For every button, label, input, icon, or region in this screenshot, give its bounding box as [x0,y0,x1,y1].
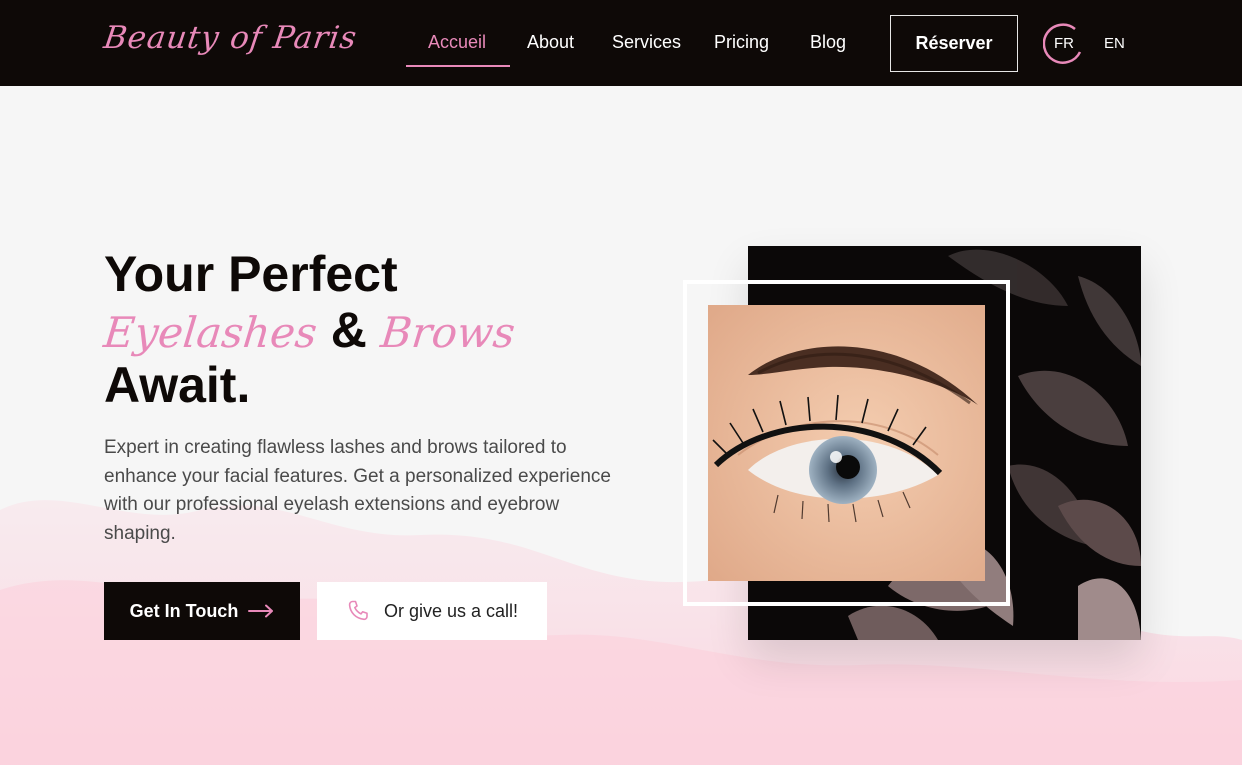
language-fr-toggle[interactable]: FR [1043,22,1085,64]
nav-link-services[interactable]: Services [612,32,681,53]
hero-title-eyelashes: Eyelashes [101,308,320,357]
nav-link-accueil[interactable]: Accueil [428,32,486,53]
call-us-button[interactable]: Or give us a call! [317,582,547,640]
language-fr-label: FR [1054,34,1074,52]
nav-link-about[interactable]: About [527,32,574,53]
call-us-label: Or give us a call! [383,600,519,621]
hero-title-ampersand: & [330,302,367,358]
hero-description: Expert in creating flawless lashes and b… [104,437,611,545]
top-navigation: Beauty of Paris Accueil About Services P… [0,0,1242,86]
brand-logo[interactable]: Beauty of Paris [101,20,359,56]
hero-title-line-1: Your Perfect [104,246,398,302]
get-in-touch-label: Get In Touch [129,600,239,621]
hero-title-line-2: Eyelashes & Brows [101,302,518,361]
nav-link-blog[interactable]: Blog [810,32,846,53]
get-in-touch-button[interactable]: Get In Touch [104,582,300,640]
nav-link-pricing[interactable]: Pricing [714,32,769,53]
hero-title-line-3: Await. [104,357,251,413]
reserve-button[interactable]: Réserver [890,15,1018,72]
language-en-toggle[interactable]: EN [1104,35,1125,52]
active-nav-underline [406,65,510,67]
phone-icon [348,600,368,621]
eye-illustration [708,305,985,581]
arrow-right-icon [248,604,274,618]
hero-title-brows: Brows [378,308,518,357]
eye-close-up-image [708,305,985,581]
